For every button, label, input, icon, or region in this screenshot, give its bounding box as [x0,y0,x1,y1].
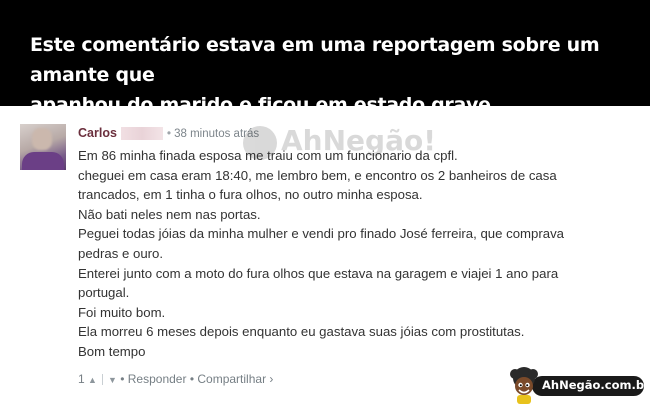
comment-line: Peguei todas jóias da minha mulher e ven… [78,226,565,242]
avatar[interactable] [20,124,66,170]
comment: Carlos • 38 minutos atrás Em 86 minha fina… [0,106,650,405]
comment-header: Carlos • 38 minutos atrás [78,124,259,142]
chevron-up-icon[interactable]: ▲ [88,375,97,385]
avatar-body [22,152,64,170]
reply-button[interactable]: Responder [128,372,187,386]
vote-divider [101,374,103,386]
comment-line: Foi muito bom. [78,304,166,320]
meta-separator: • [166,126,172,140]
comment-line: Não bati neles nem nas portas. [78,206,261,222]
comment-timestamp[interactable]: 38 minutos atrás [174,128,259,140]
comment-line: Em 86 minha finada esposa me traiu com u… [78,148,458,163]
comment-line: Enterei junto com a moto do fura olhos q… [78,265,559,281]
upvote-count: 1 [78,372,85,386]
comment-line: Ela morreu 6 meses depois enquanto eu ga… [78,324,525,340]
chevron-down-icon[interactable]: ▼ [108,375,117,385]
comment-line: portugal. [78,285,130,301]
banner-line-1: Este comentário estava em uma reportagem… [30,34,600,86]
comment-actions: 1 ▲ ▼ • Responder • Compartilhar › [78,370,273,389]
site-logo: AhNegão.com.br [500,364,650,405]
comment-body: Em 86 minha finada esposa me traiu com u… [78,146,618,362]
comment-line: Bom tempo [78,343,146,359]
title-banner: Este comentário estava em uma reportagem… [0,0,650,116]
comment-line: trancados, em 1 tinha o fura olhos, no o… [78,187,423,203]
share-button[interactable]: Compartilhar › [197,372,273,386]
mascot-icon [510,367,538,404]
comment-line: cheguei em casa eram 18:40, me lembro be… [78,167,557,183]
actions-dot: • [189,372,195,386]
blurred-surname [120,127,163,141]
author-name[interactable]: Carlos [78,126,117,140]
avatar-face [32,128,52,150]
comment-line: pedras e ouro. [78,245,164,261]
actions-dot: • [120,372,125,386]
site-logo-text[interactable]: AhNegão.com.br [542,378,650,392]
